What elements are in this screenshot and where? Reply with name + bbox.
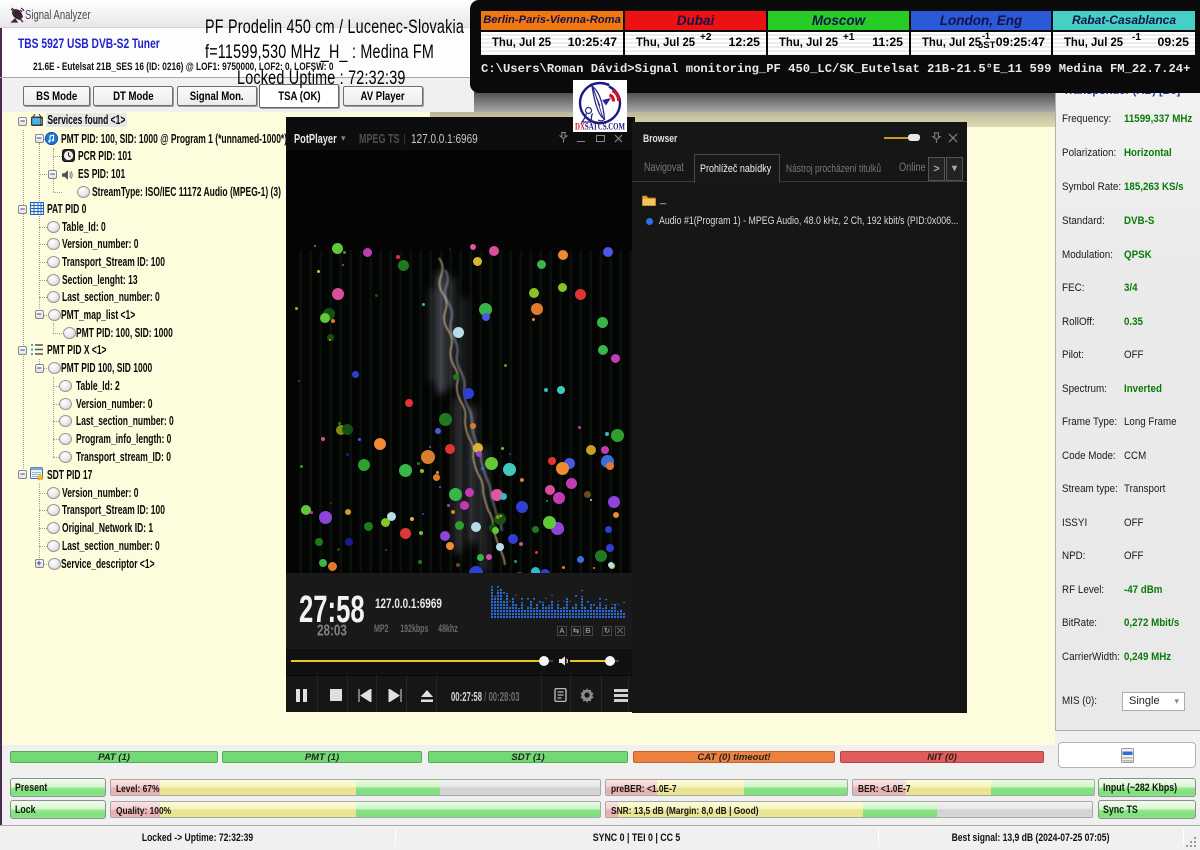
svg-text:DXSATCS.COM: DXSATCS.COM (575, 122, 625, 132)
